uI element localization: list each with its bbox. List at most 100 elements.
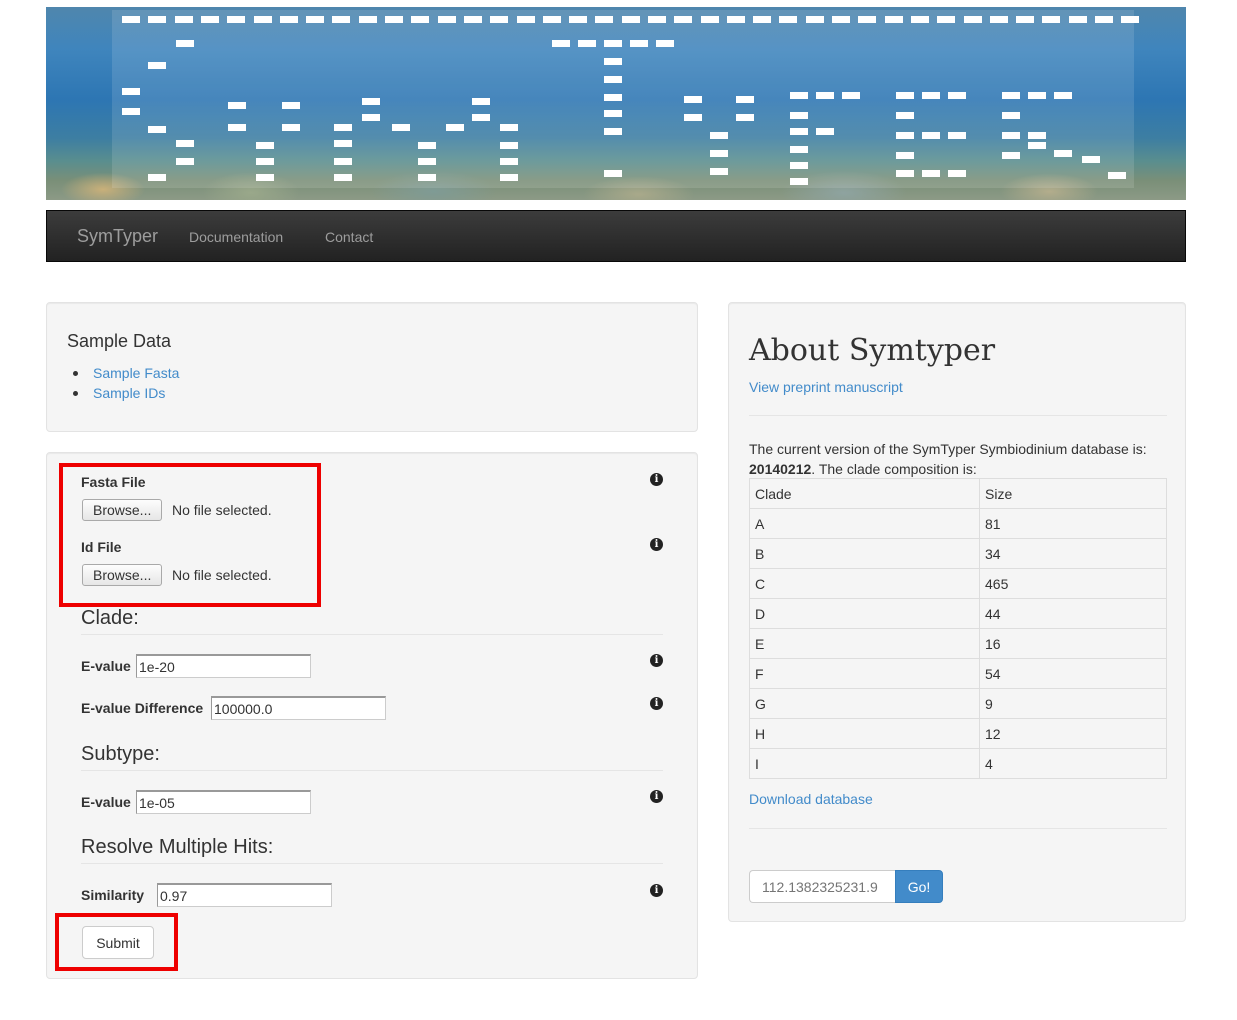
banner-logo-dash [411, 16, 429, 23]
banner-logo-dash [1002, 132, 1020, 139]
table-row: I4 [749, 748, 1167, 779]
banner-logo-dash [1028, 132, 1046, 139]
table-header-clade: Clade [749, 478, 980, 509]
banner-logo-dash [896, 112, 914, 119]
banner-logo-dash [227, 16, 245, 23]
info-icon[interactable]: i [650, 538, 663, 551]
file-inputs-highlight [59, 463, 321, 607]
banner-logo-dash [201, 16, 219, 23]
banner-logo-dash [256, 142, 274, 149]
go-button[interactable]: Go! [895, 870, 943, 903]
sample-data-title: Sample Data [67, 331, 172, 351]
banner-logo-dash [254, 16, 272, 23]
banner-logo-dash [228, 102, 246, 109]
banner-logo-dash [858, 16, 876, 23]
banner-logo-dash [500, 158, 518, 165]
banner-logo-dash [472, 98, 490, 105]
table-row: G9 [749, 688, 1167, 719]
banner-logo-dash [362, 114, 380, 121]
clade-cell: I [749, 748, 980, 779]
banner-logo-dash [736, 96, 754, 103]
info-icon[interactable]: i [650, 654, 663, 667]
banner-logo-dash [569, 16, 587, 23]
banner-logo-dash [543, 16, 561, 23]
about-title: About Symtyper [749, 333, 996, 368]
banner-logo-dash [896, 152, 914, 159]
banner-logo-dash [334, 158, 352, 165]
banner-logo-dash [684, 114, 702, 121]
evalue-difference-label: E-value Difference [81, 700, 204, 716]
job-id-input[interactable] [749, 870, 895, 903]
evalue-difference-input[interactable] [211, 696, 386, 720]
similarity-label: Similarity [81, 887, 145, 903]
banner-logo-dash [122, 108, 140, 115]
banner-logo-dash [736, 114, 754, 121]
clade-cell: B [749, 538, 980, 569]
banner-logo-dash [1054, 92, 1072, 99]
banner-logo-dash [790, 92, 808, 99]
clade-cell: E [749, 628, 980, 659]
table-row: H 12 [749, 718, 1167, 749]
navbar-brand[interactable]: SymTyper [77, 226, 158, 247]
banner-logo-overlay [112, 10, 1139, 188]
banner-logo-dash [1069, 16, 1087, 23]
bullet-icon [73, 391, 78, 396]
sample-data-list: Sample Fasta Sample IDs [73, 363, 179, 403]
banner-logo-dash [790, 146, 808, 153]
banner-logo-dash [790, 162, 808, 169]
banner-logo-dash [710, 150, 728, 157]
top-navbar: SymTyper Documentation Contact [46, 210, 1186, 262]
list-item: Sample Fasta [73, 363, 179, 383]
banner-logo-dash [604, 94, 622, 101]
banner-logo-dash [790, 178, 808, 185]
banner-logo-dash [334, 124, 352, 131]
banner-logo-dash [1028, 142, 1046, 149]
clade-evalue-input[interactable] [136, 654, 311, 678]
banner-logo-dash [418, 174, 436, 181]
banner-logo-dash [148, 16, 166, 23]
nav-contact[interactable]: Contact [325, 229, 373, 245]
banner-logo-dash [578, 40, 596, 47]
banner-logo-dash [1121, 16, 1139, 23]
divider [749, 828, 1167, 829]
banner-logo-dash [438, 16, 456, 23]
banner-logo-dash [990, 16, 1008, 23]
size-cell: 16 [979, 628, 1167, 659]
preprint-link[interactable]: View preprint manuscript [749, 379, 903, 395]
subtype-evalue-input[interactable] [136, 790, 311, 814]
table-header-size: Size [979, 478, 1167, 509]
sample-fasta-link[interactable]: Sample Fasta [93, 365, 179, 381]
clade-cell: C [749, 568, 980, 599]
banner-logo-dash [701, 16, 719, 23]
banner-logo-dash [256, 174, 274, 181]
similarity-input[interactable] [157, 883, 332, 907]
info-icon[interactable]: i [650, 790, 663, 803]
banner-logo-dash [896, 170, 914, 177]
banner-logo-dash [816, 92, 834, 99]
size-cell: 54 [979, 658, 1167, 689]
banner-logo-dash [464, 16, 482, 23]
banner-logo-dash [896, 132, 914, 139]
info-icon[interactable]: i [650, 697, 663, 710]
nav-documentation[interactable]: Documentation [189, 229, 283, 245]
sample-ids-link[interactable]: Sample IDs [93, 385, 165, 401]
banner-logo-dash [806, 16, 824, 23]
banner-logo-dash [790, 112, 808, 119]
db-version: 20140212 [749, 461, 812, 477]
bullet-icon [73, 371, 78, 376]
table-header-row: Clade Size [749, 478, 1167, 509]
info-icon[interactable]: i [650, 884, 663, 897]
size-cell: 34 [979, 538, 1167, 569]
download-database-link[interactable]: Download database [749, 791, 873, 807]
banner-logo-dash [922, 170, 940, 177]
size-cell: 4 [979, 748, 1167, 779]
banner-logo-dash [595, 16, 613, 23]
banner-image [46, 7, 1186, 200]
clade-cell: H [749, 718, 980, 749]
banner-logo-dash [727, 16, 745, 23]
info-icon[interactable]: i [650, 473, 663, 486]
banner-logo-dash [922, 92, 940, 99]
banner-logo-dash [604, 170, 622, 177]
banner-logo-dash [500, 124, 518, 131]
banner-logo-dash [148, 126, 166, 133]
